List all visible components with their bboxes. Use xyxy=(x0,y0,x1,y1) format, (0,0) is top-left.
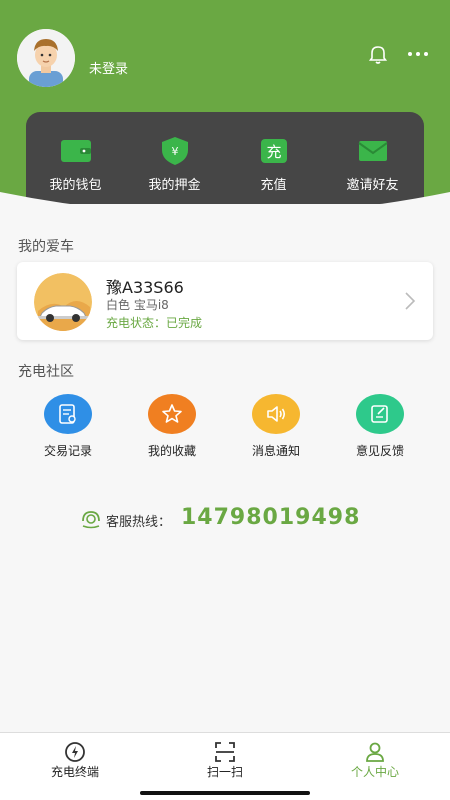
svg-text:¥: ¥ xyxy=(172,145,179,158)
header-curve xyxy=(0,192,450,220)
hotline-number[interactable]: 14798019498 xyxy=(181,505,360,530)
headset-icon xyxy=(80,509,102,529)
wallet-icon xyxy=(60,136,92,166)
login-status-label[interactable]: 未登录 xyxy=(89,58,128,77)
deposit-shield-icon: ¥ xyxy=(159,136,191,166)
charging-terminal-icon xyxy=(65,742,85,762)
home-indicator xyxy=(140,791,310,795)
bottom-navigation: 充电终端 扫一扫 个人中心 xyxy=(0,732,450,800)
transaction-records-label: 交易记录 xyxy=(43,444,92,458)
more-icon[interactable] xyxy=(405,42,431,66)
speaker-icon xyxy=(252,394,300,434)
tab-scan-label: 扫一扫 xyxy=(206,765,243,779)
record-icon xyxy=(44,394,92,434)
customer-service-hotline[interactable]: 客服热线： 14798019498 xyxy=(80,503,380,537)
notifications-button[interactable]: 消息通知 xyxy=(226,394,326,464)
notifications-label: 消息通知 xyxy=(251,444,300,458)
my-favorites-button[interactable]: 我的收藏 xyxy=(122,394,222,464)
tab-charging-terminal-label: 充电终端 xyxy=(50,765,99,779)
car-card[interactable]: 豫A33S66 白色 宝马i8 充电状态：已完成 xyxy=(17,262,433,340)
hotline-label: 客服热线： xyxy=(106,515,172,530)
car-icon xyxy=(34,273,92,331)
charge-status: 充电状态：已完成 xyxy=(106,316,203,330)
feedback-button[interactable]: 意见反馈 xyxy=(330,394,430,464)
feedback-label: 意见反馈 xyxy=(355,444,404,458)
tab-charging-terminal[interactable]: 充电终端 xyxy=(0,733,150,793)
avatar[interactable] xyxy=(17,29,75,87)
transaction-records-button[interactable]: 交易记录 xyxy=(18,394,118,464)
tab-user-center-label: 个人中心 xyxy=(350,765,399,779)
my-favorites-label: 我的收藏 xyxy=(147,444,196,458)
feedback-icon xyxy=(356,394,404,434)
my-car-title: 我的爱车 xyxy=(18,239,74,255)
tab-user-center[interactable]: 个人中心 xyxy=(300,733,450,793)
user-center-icon xyxy=(366,742,384,762)
envelope-icon xyxy=(357,136,389,166)
bell-icon[interactable] xyxy=(366,42,390,66)
car-model: 白色 宝马i8 xyxy=(106,298,169,312)
recharge-icon: 充 xyxy=(258,136,290,166)
scan-icon xyxy=(215,742,235,762)
license-plate: 豫A33S66 xyxy=(106,278,184,297)
svg-text:充: 充 xyxy=(266,143,281,161)
tab-scan[interactable]: 扫一扫 xyxy=(150,733,300,793)
chevron-right-icon xyxy=(403,290,417,312)
community-title: 充电社区 xyxy=(18,364,74,380)
star-icon xyxy=(148,394,196,434)
